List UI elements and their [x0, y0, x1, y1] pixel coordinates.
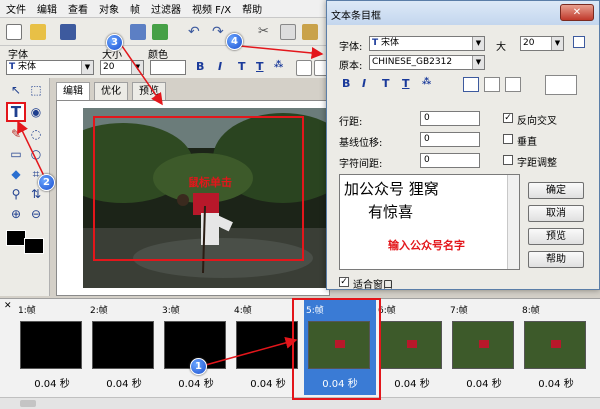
- step-badge-1: 1: [190, 358, 207, 375]
- annotation-arrows: [17, 45, 324, 367]
- step-badge-4: 4: [226, 33, 243, 50]
- arrow-2: [17, 120, 45, 177]
- arrow-1: [201, 337, 298, 367]
- step-badge-2: 2: [38, 174, 55, 191]
- arrow-3: [121, 45, 163, 106]
- arrow-4: [239, 45, 324, 59]
- step-badge-3: 3: [106, 34, 123, 51]
